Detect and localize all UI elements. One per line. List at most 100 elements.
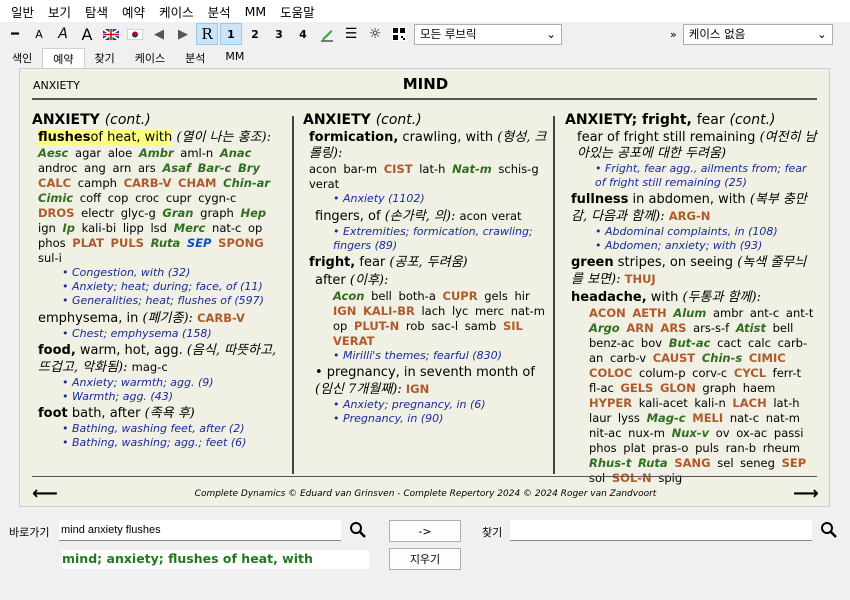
remedy[interactable]: verat xyxy=(491,209,521,223)
remedy[interactable]: phos xyxy=(589,441,617,455)
menu-navigate[interactable]: 탐색 xyxy=(78,2,115,21)
remedy[interactable]: SEP xyxy=(187,236,212,250)
remedy[interactable]: CALC xyxy=(38,176,71,190)
rubric-green[interactable]: green stripes, on seeing (녹색 줄무늬를 보면): T… xyxy=(571,255,817,288)
remedy[interactable]: THUJ xyxy=(625,272,656,286)
remedy[interactable]: LACH xyxy=(732,396,766,410)
remedy[interactable]: PLUT-N xyxy=(354,319,399,333)
rubric-label-rest[interactable]: crawling, with xyxy=(402,130,493,145)
remedy[interactable]: CYCL xyxy=(734,366,766,380)
remedy[interactable]: lat-h xyxy=(773,396,799,410)
remedy[interactable]: CARB-V xyxy=(124,176,172,190)
forward-icon[interactable]: ▶ xyxy=(172,23,194,45)
cross-reference[interactable]: • Anxiety; pregnancy, in (6) xyxy=(333,398,548,412)
menu-case[interactable]: 케이스 xyxy=(152,2,201,21)
cross-reference[interactable]: • Warmth; agg. (43) xyxy=(62,390,282,404)
remedy[interactable]: GLON xyxy=(660,381,696,395)
case-select[interactable]: 케이스 없음 ⌄ xyxy=(682,23,833,45)
remedy[interactable]: IGN xyxy=(406,382,429,396)
font-largest-icon[interactable]: A xyxy=(76,23,98,45)
remedy[interactable]: CAUST xyxy=(653,351,695,365)
menu-mm[interactable]: MM xyxy=(238,4,274,19)
font-smaller-icon[interactable]: A xyxy=(28,23,50,45)
remedy[interactable]: lsd xyxy=(150,221,167,235)
rubric-fear-of-fright[interactable]: fear of fright still remaining (여전히 남아있는… xyxy=(577,130,817,162)
remedy[interactable]: aml-n xyxy=(180,146,213,160)
rubric-label[interactable]: fingers, of xyxy=(315,209,381,224)
rubric-label-rest[interactable]: warm, hot, agg. xyxy=(80,343,183,358)
remedy[interactable]: HYPER xyxy=(589,396,632,410)
cross-reference[interactable]: • Anxiety (1102) xyxy=(333,192,548,206)
remedy[interactable]: laur xyxy=(589,411,611,425)
rubric-label[interactable]: foot xyxy=(38,406,68,421)
remedy[interactable]: nit-ac xyxy=(589,426,622,440)
remedy[interactable]: bar-m xyxy=(343,162,377,176)
list-icon[interactable]: ☰ xyxy=(340,23,362,45)
remedy[interactable]: phos xyxy=(38,236,66,250)
remedy[interactable]: Aesc xyxy=(38,146,68,160)
remedy[interactable]: ran-b xyxy=(726,441,757,455)
remedy[interactable]: electr xyxy=(81,206,114,220)
degree-1-button[interactable]: 1 xyxy=(220,23,242,45)
remedy[interactable]: VERAT xyxy=(333,334,374,348)
remedy[interactable]: SIL xyxy=(503,319,523,333)
rubric-flushes[interactable]: flushesof heat, with (열이 나는 홍조): xyxy=(38,130,282,146)
remedy[interactable]: But-ac xyxy=(669,336,711,350)
remedy[interactable]: Bar-c xyxy=(198,161,232,175)
remedy[interactable]: camph xyxy=(78,176,117,190)
remedy[interactable]: kali-n xyxy=(694,396,725,410)
cross-reference[interactable]: • Chest; emphysema (158) xyxy=(62,327,282,341)
rubric-pregnancy[interactable]: • pregnancy, in seventh month of (임신 7개월… xyxy=(315,365,548,398)
remedy[interactable]: SEP xyxy=(782,456,807,470)
remedy[interactable]: Bry xyxy=(238,161,260,175)
remedy[interactable]: puls xyxy=(695,441,719,455)
remedy[interactable]: Ip xyxy=(62,221,75,235)
tab-mm[interactable]: MM xyxy=(215,48,254,68)
remedy[interactable]: IGN xyxy=(333,304,356,318)
remedy[interactable]: haem xyxy=(743,381,776,395)
remedy[interactable]: Ruta xyxy=(151,236,181,250)
tab-find[interactable]: 찾기 xyxy=(85,48,125,68)
remedy[interactable]: lyc xyxy=(452,304,468,318)
goto-input[interactable] xyxy=(59,520,341,541)
remedy[interactable]: op xyxy=(248,221,262,235)
remedy[interactable]: CHAM xyxy=(178,176,216,190)
qr-icon[interactable] xyxy=(388,23,410,45)
cross-reference[interactable]: • Anxiety; warmth; agg. (9) xyxy=(62,376,282,390)
korean-flag-icon[interactable] xyxy=(124,23,146,45)
remedy[interactable]: ARG-N xyxy=(669,209,711,223)
rubric-after[interactable]: after (이후): xyxy=(315,273,548,289)
rubric-foot[interactable]: foot bath, after (족욕 후) xyxy=(38,406,282,422)
remedy[interactable]: Hep xyxy=(240,206,266,220)
more-icon[interactable]: » xyxy=(670,28,677,41)
rubric-label-rest[interactable]: with xyxy=(651,290,679,305)
menu-reserve[interactable]: 예약 xyxy=(115,2,152,21)
remedy[interactable]: PLAT xyxy=(72,236,104,250)
rubric-label-rest[interactable]: bath, after xyxy=(72,406,141,421)
remedy[interactable]: graph xyxy=(702,381,736,395)
remedy[interactable]: Atist xyxy=(736,321,766,335)
remedy[interactable]: androc xyxy=(38,161,77,175)
remedy[interactable]: CIMIC xyxy=(749,351,786,365)
remedy[interactable]: merc xyxy=(475,304,504,318)
remedy[interactable]: nat-c xyxy=(212,221,241,235)
remedy[interactable]: Chin-s xyxy=(702,351,742,365)
remedy[interactable]: carb-v xyxy=(610,351,646,365)
remedy[interactable]: AETH xyxy=(632,306,666,320)
remedy[interactable]: ang xyxy=(84,161,106,175)
remedy[interactable]: CUPR xyxy=(443,289,478,303)
rubric-label[interactable]: headache, xyxy=(571,290,647,305)
remedy[interactable]: ars xyxy=(138,161,156,175)
tab-reserve[interactable]: 예약 xyxy=(42,48,85,68)
remedy[interactable]: Asaf xyxy=(162,161,191,175)
remedy[interactable]: GELS xyxy=(620,381,653,395)
remedy[interactable]: kali-acet xyxy=(639,396,688,410)
remedy[interactable]: lipp xyxy=(123,221,144,235)
tab-case[interactable]: 케이스 xyxy=(125,48,175,68)
remedy[interactable]: Nat-m xyxy=(452,162,492,176)
remedy[interactable]: CIST xyxy=(384,162,413,176)
rubric-label[interactable]: green xyxy=(571,255,614,270)
remedy[interactable]: corv-c xyxy=(692,366,727,380)
remedy[interactable]: benz-ac xyxy=(589,336,634,350)
remedy[interactable]: plat xyxy=(623,441,645,455)
